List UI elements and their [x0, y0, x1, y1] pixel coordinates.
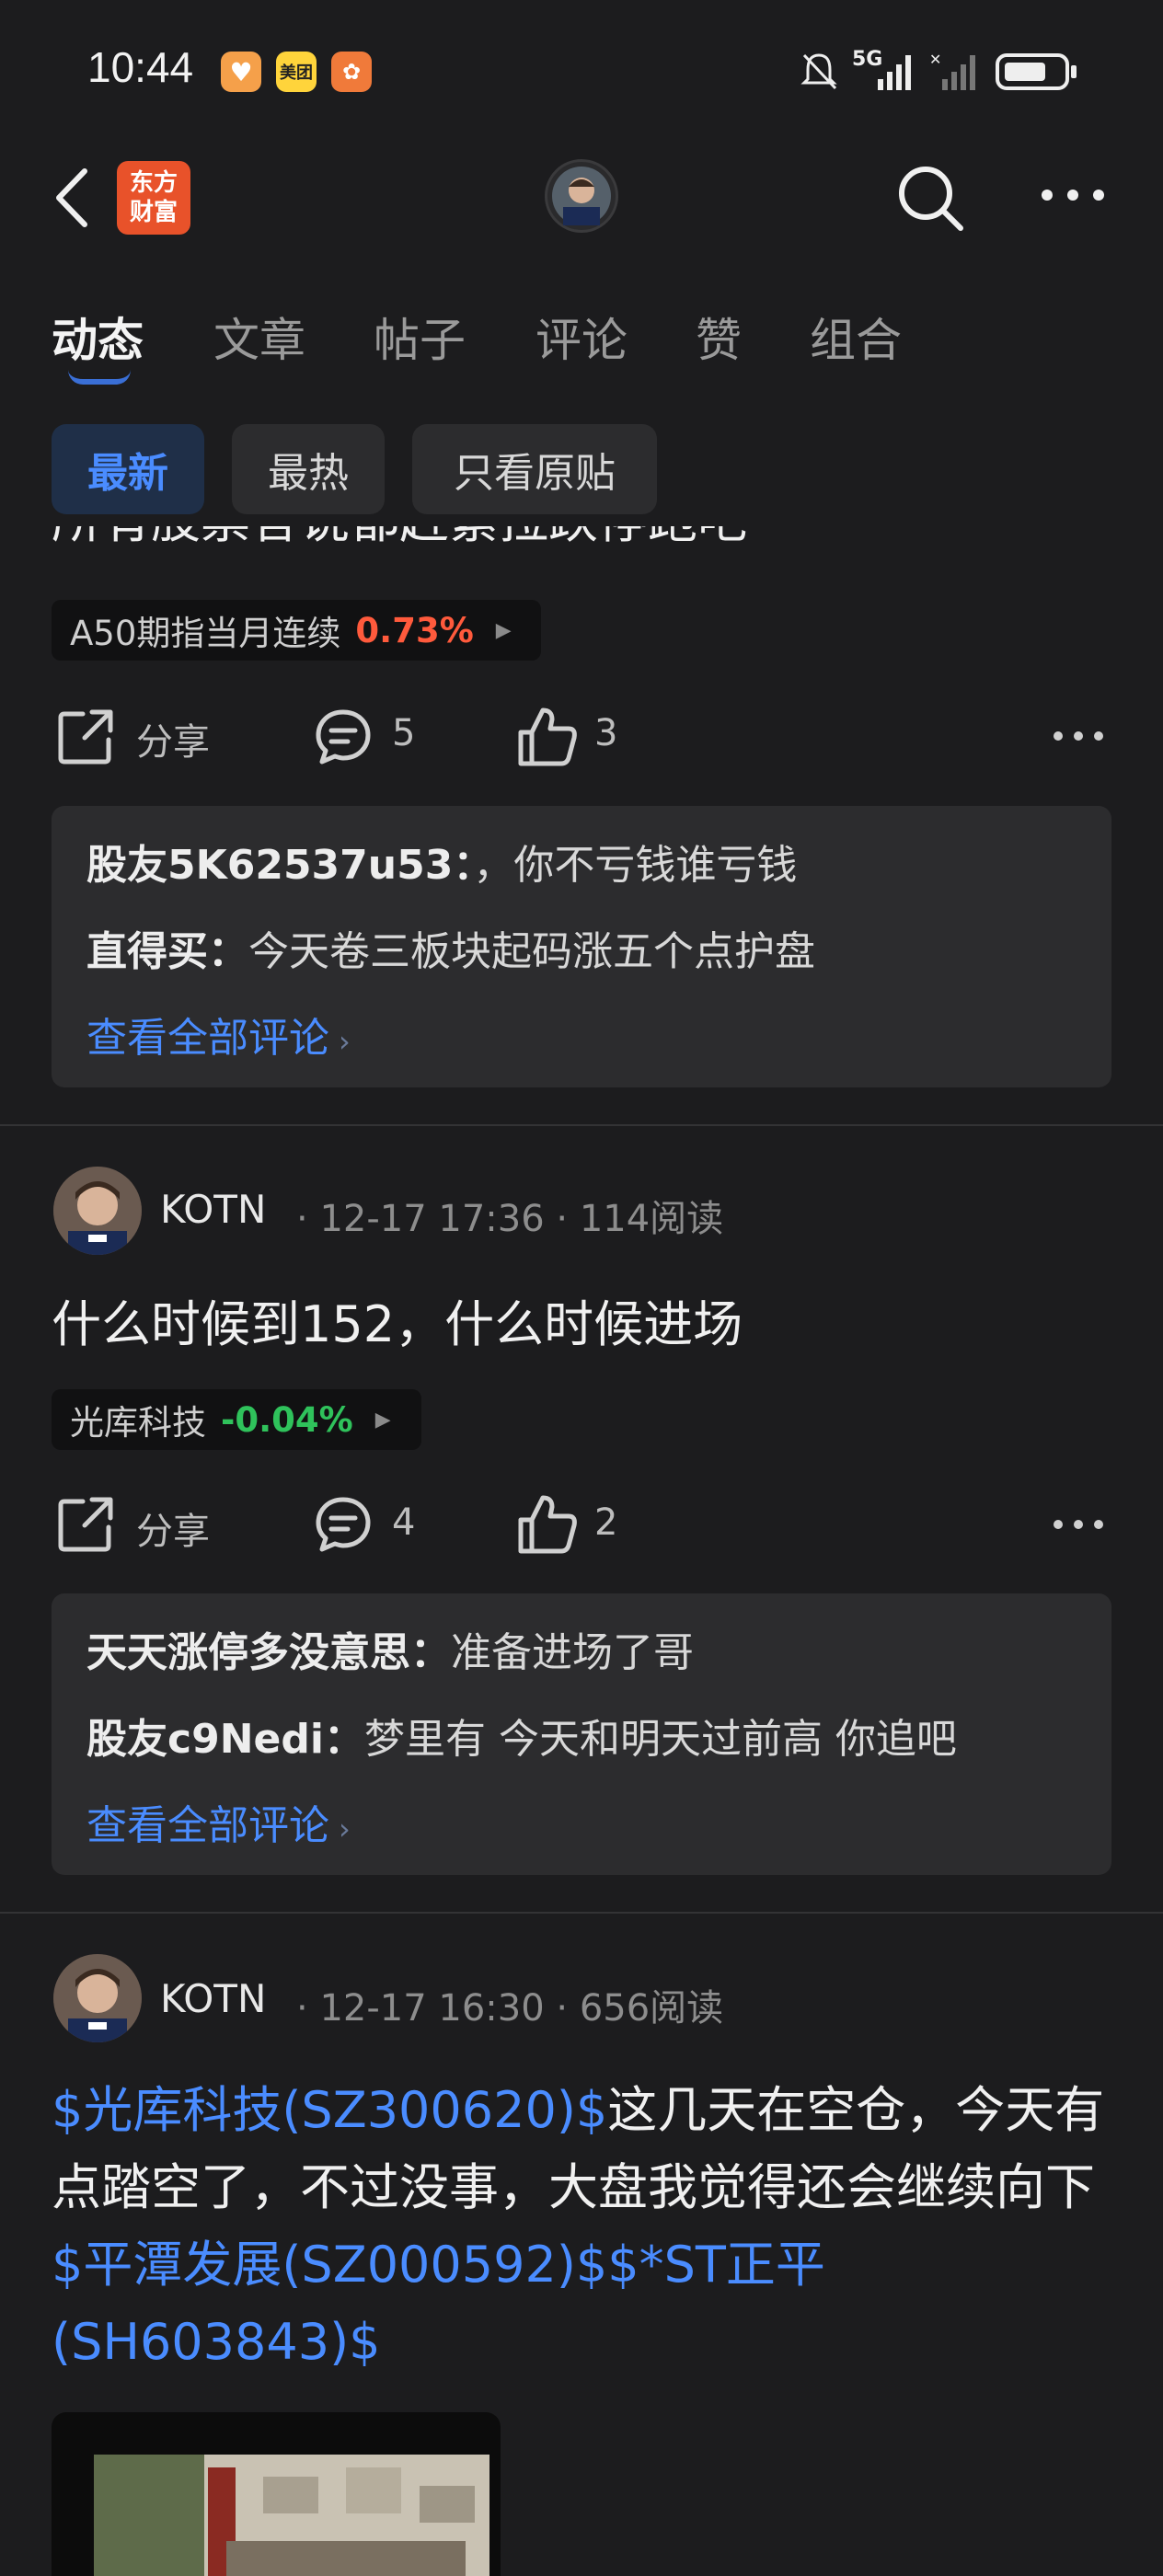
comment-text: 今天卷三板块起码涨五个点护盘 [248, 928, 815, 975]
post-time: 12-17 17:36 [319, 1198, 545, 1240]
building-photo-icon [94, 2455, 489, 2576]
thumbs-up-icon[interactable] [515, 1492, 580, 1557]
comment-count[interactable]: 4 [392, 1501, 415, 1544]
post-time: 12-17 16:30 [319, 1987, 545, 2030]
mute-bell-icon [800, 53, 837, 90]
comment-text: 准备进场了哥 [451, 1629, 694, 1676]
signal-icon [878, 55, 911, 90]
comment-preview-box: 股友5K62537u53：，你不亏钱谁亏钱 直得买：今天卷三板块起码涨五个点护盘… [52, 806, 1111, 1087]
back-arrow-icon[interactable] [52, 166, 92, 230]
see-all-comments-link[interactable]: 查看全部评论 › [86, 1005, 351, 1064]
stock-link[interactable]: $光库科技(SZ300620)$ [52, 2081, 607, 2139]
post-text[interactable]: 什么时候到152，什么时候进场 [52, 1286, 743, 1363]
more-menu-icon[interactable] [1040, 184, 1106, 206]
share-label[interactable]: 分享 [136, 1501, 210, 1555]
comment-preview-box: 天天涨停多没意思：准备进场了哥 股友c9Nedi：梦里有 今天和明天过前高 你追… [52, 1593, 1111, 1875]
post-reads: 656阅读 [579, 1987, 724, 2030]
search-icon[interactable] [894, 162, 968, 236]
comment-user[interactable]: 股友c9Nedi [86, 1716, 324, 1763]
comment-icon[interactable] [313, 1494, 374, 1555]
avatar-face-icon [552, 167, 611, 225]
tab-dynamic[interactable]: 动态 [52, 304, 144, 370]
heart-app-icon: ♥ [221, 52, 261, 92]
post-more-icon[interactable] [1053, 727, 1104, 745]
comment-user[interactable]: 直得买 [86, 928, 208, 975]
see-all-comments-link[interactable]: 查看全部评论 › [86, 1792, 351, 1851]
signal-2-icon: ✕ [929, 52, 975, 90]
post-text-clip: 所有股票答说都赶紧拉跌停跑吧 [0, 526, 1163, 563]
comment-text: 梦里有 今天和明天过前高 你追吧 [363, 1716, 957, 1763]
meituan-app-icon: 美团 [276, 52, 317, 92]
post-divider [0, 1912, 1163, 1914]
chevron-right-icon: › [339, 1024, 351, 1059]
stock-chip[interactable]: A50期指当月连续 0.73% ▶ [52, 600, 541, 661]
tab-posts[interactable]: 帖子 [374, 304, 466, 370]
comment-icon[interactable] [313, 707, 374, 767]
tab-active-indicator [68, 370, 131, 385]
status-time: 10:44 [87, 43, 194, 91]
comment-item[interactable]: 股友c9Nedi：梦里有 今天和明天过前高 你追吧 [86, 1706, 957, 1765]
svg-text:✕: ✕ [929, 52, 941, 68]
post-divider [0, 1124, 1163, 1126]
paw-app-icon: ✿ [331, 52, 372, 92]
tab-likes[interactable]: 赞 [696, 304, 742, 370]
stock-name: A50期指当月连续 [70, 614, 341, 653]
filter-latest[interactable]: 最新 [52, 424, 204, 514]
play-arrow-icon: ▶ [495, 618, 512, 642]
avatar[interactable] [53, 1167, 142, 1255]
share-label[interactable]: 分享 [136, 712, 210, 765]
post-text[interactable]: $光库科技(SZ300620)$这几天在空仓，今天有点踏空了，不过没事，大盘我觉… [52, 2072, 1110, 2381]
profile-avatar[interactable] [545, 159, 618, 233]
avatar-face-icon [53, 1167, 142, 1255]
post-reads: 114阅读 [579, 1198, 724, 1240]
filter-hot[interactable]: 最热 [232, 424, 385, 514]
comment-text: ，你不亏钱谁亏钱 [473, 842, 798, 889]
battery-icon [996, 53, 1077, 90]
stock-change: 0.73% [355, 610, 474, 650]
filter-original-only[interactable]: 只看原贴 [412, 424, 657, 514]
comment-count[interactable]: 5 [392, 712, 415, 754]
comment-item[interactable]: 股友5K62537u53：，你不亏钱谁亏钱 [86, 832, 797, 891]
comment-user[interactable]: 股友5K62537u53 [86, 842, 453, 889]
post-text: 所有股票答说都赶紧拉跌停跑吧 [52, 526, 747, 559]
like-count[interactable]: 3 [594, 712, 617, 754]
chevron-right-icon: › [339, 1811, 351, 1846]
post-meta: · 12-17 16:30 · 656阅读 [296, 1987, 724, 2030]
stock-change: -0.04% [221, 1399, 353, 1440]
post-image[interactable] [52, 2412, 501, 2576]
comment-user[interactable]: 天天涨停多没意思 [86, 1629, 410, 1676]
share-icon[interactable] [55, 1494, 116, 1555]
tab-articles[interactable]: 文章 [213, 304, 305, 370]
post-author[interactable]: KOTN [160, 1187, 266, 1232]
stock-name: 光库科技 [70, 1403, 206, 1443]
stock-chip[interactable]: 光库科技 -0.04% ▶ [52, 1389, 421, 1450]
stock-link[interactable]: $平潭发展(SZ000592)$$*ST正平(SH603843)$ [52, 2236, 825, 2371]
comment-item[interactable]: 天天涨停多没意思：准备进场了哥 [86, 1619, 694, 1678]
app-logo: 东方 财富 [117, 161, 190, 235]
like-count[interactable]: 2 [594, 1501, 617, 1544]
tab-comments[interactable]: 评论 [535, 304, 628, 370]
comment-item[interactable]: 直得买：今天卷三板块起码涨五个点护盘 [86, 918, 815, 977]
post-meta: · 12-17 17:36 · 114阅读 [296, 1198, 724, 1240]
tab-portfolio[interactable]: 组合 [810, 304, 902, 370]
post-more-icon[interactable] [1053, 1515, 1104, 1534]
play-arrow-icon: ▶ [374, 1408, 391, 1432]
avatar-face-icon [53, 1954, 142, 2042]
thumbs-up-icon[interactable] [515, 705, 580, 769]
share-icon[interactable] [55, 707, 116, 767]
avatar[interactable] [53, 1954, 142, 2042]
post-author[interactable]: KOTN [160, 1976, 266, 2021]
